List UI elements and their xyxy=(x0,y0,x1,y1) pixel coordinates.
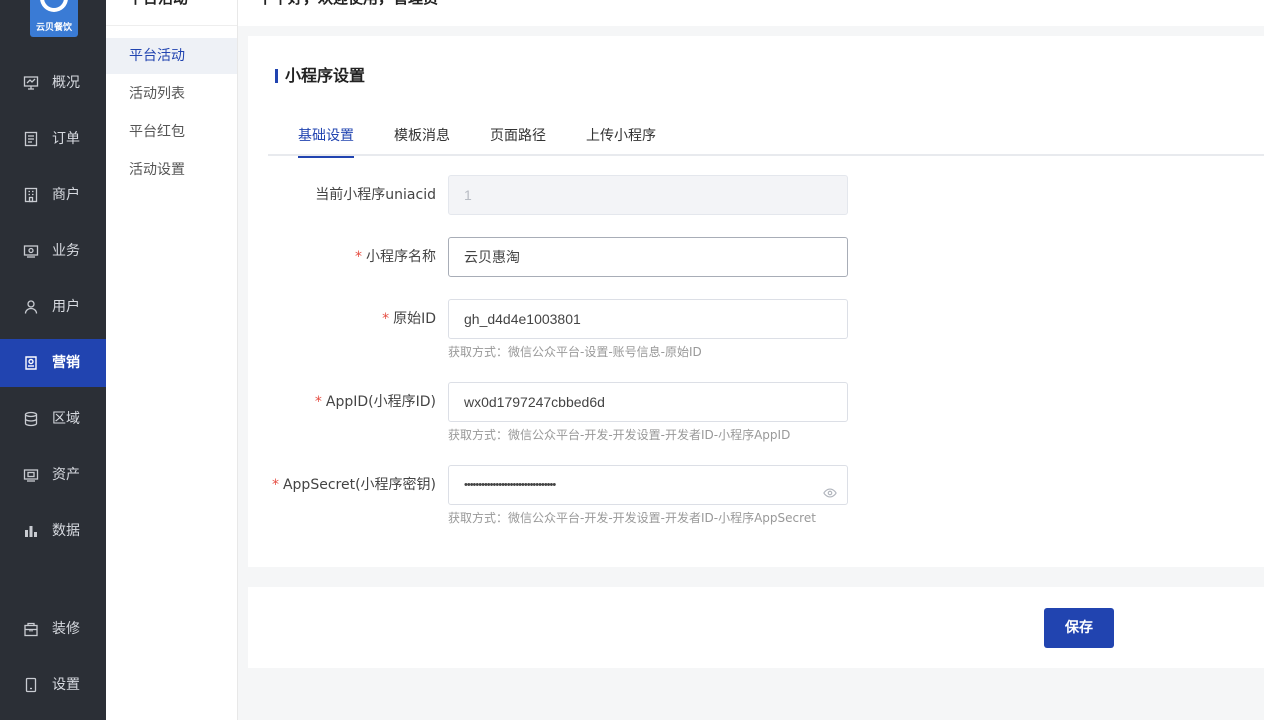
save-button[interactable]: 保存 xyxy=(1044,608,1114,648)
sidebar-item-label: 设置 xyxy=(52,677,80,693)
building-icon xyxy=(23,187,39,203)
section-title: 小程序设置 xyxy=(275,66,365,86)
divider xyxy=(106,25,237,26)
briefcase-icon xyxy=(23,243,39,259)
wallet-icon xyxy=(23,467,39,483)
sidebar-item-merchants[interactable]: 商户 xyxy=(0,171,106,219)
field-label: * AppSecret(小程序密钥) xyxy=(272,475,436,495)
sidebar-item-label: 资产 xyxy=(52,467,80,483)
masked-password: •••••••••••••••••••••••••••••••• xyxy=(464,479,556,491)
tab-page-paths[interactable]: 页面路径 xyxy=(490,126,546,156)
sidebar-item-label: 业务 xyxy=(52,243,80,259)
sidebar-item-label: 商户 xyxy=(52,187,80,203)
sidebar-item-business[interactable]: 业务 xyxy=(0,227,106,275)
required-mark: * xyxy=(355,249,362,265)
field-label: * AppID(小程序ID) xyxy=(315,392,436,412)
sidebar-item-region[interactable]: 区域 xyxy=(0,395,106,443)
sidebar-item-label: 概况 xyxy=(52,75,80,91)
field-hint: 获取方式：微信公众平台-开发-开发设置-开发者ID-小程序AppID xyxy=(448,428,791,442)
required-mark: * xyxy=(314,394,322,410)
appsecret-field[interactable]: •••••••••••••••••••••••••••••••• xyxy=(448,465,848,505)
sidebar-item-assets[interactable]: 资产 xyxy=(0,451,106,499)
sidebar-item-orders[interactable]: 订单 xyxy=(0,115,106,163)
field-label-text: AppID(小程序ID) xyxy=(325,394,436,410)
subnav-item-activity-list[interactable]: 活动列表 xyxy=(106,76,237,112)
subnav-item-activity-settings[interactable]: 活动设置 xyxy=(106,152,237,188)
sidebar-item-overview[interactable]: 概况 xyxy=(0,59,106,107)
field-hint: 获取方式：微信公众平台-设置-账号信息-原始ID xyxy=(448,345,702,359)
sidebar-item-decoration[interactable]: 装修 xyxy=(0,605,106,653)
brand-logo[interactable]: 云贝餐饮 xyxy=(30,0,78,37)
footer-card: 保存 xyxy=(248,587,1264,668)
field-label-text: AppSecret(小程序密钥) xyxy=(282,477,436,493)
tab-basic-settings[interactable]: 基础设置 xyxy=(298,126,354,158)
sidebar-item-marketing[interactable]: 营销 xyxy=(0,339,106,387)
chart-board-icon xyxy=(23,75,39,91)
appid-field[interactable]: wx0d1797247cbbed6d xyxy=(448,382,848,422)
database-icon xyxy=(23,411,39,427)
settings-phone-icon xyxy=(23,677,39,693)
main-sidebar: 云贝餐饮 概况 订单 商户 业务 用户 营销 区域 资产 数据 装修 设置 xyxy=(0,0,106,720)
welcome-greeting: 下午好，欢迎使用，管理员 xyxy=(258,0,438,8)
sidebar-item-label: 数据 xyxy=(52,523,80,539)
tab-template-messages[interactable]: 模板消息 xyxy=(394,126,450,156)
field-label: * 小程序名称 xyxy=(355,247,436,267)
tab-upload-miniprogram[interactable]: 上传小程序 xyxy=(586,126,656,156)
eye-icon[interactable] xyxy=(823,478,837,498)
tag-icon xyxy=(23,355,39,371)
subnav-item-label: 平台活动 xyxy=(129,48,185,64)
store-icon xyxy=(23,621,39,637)
field-hint: 获取方式：微信公众平台-开发-开发设置-开发者ID-小程序AppSecret xyxy=(448,511,816,525)
field-label-text: 当前小程序uniacid xyxy=(315,187,436,203)
field-label-text: 原始ID xyxy=(393,311,436,327)
subnav-item-platform-activity[interactable]: 平台活动 xyxy=(106,38,237,74)
subnav-item-red-packet[interactable]: 平台红包 xyxy=(106,114,237,150)
miniprogram-name-field[interactable]: 云贝惠淘 xyxy=(448,237,848,277)
sidebar-item-label: 用户 xyxy=(52,299,80,315)
uniacid-field: 1 xyxy=(448,175,848,215)
sidebar-item-label: 营销 xyxy=(52,355,80,371)
user-icon xyxy=(23,299,39,315)
subnav-title: 平台活动 xyxy=(128,0,188,8)
settings-card: 小程序设置 基础设置 模板消息 页面路径 上传小程序 当前小程序uniacid … xyxy=(248,36,1264,567)
required-mark: * xyxy=(271,477,279,493)
sidebar-item-label: 装修 xyxy=(52,621,80,637)
bar-chart-icon xyxy=(23,523,39,539)
secondary-sidebar: 平台活动 平台活动 活动列表 平台红包 活动设置 xyxy=(106,0,238,720)
logo-mark-icon xyxy=(40,0,68,12)
sidebar-item-users[interactable]: 用户 xyxy=(0,283,106,331)
order-list-icon xyxy=(23,131,39,147)
logo-text: 云贝餐饮 xyxy=(35,23,72,33)
sidebar-item-label: 区域 xyxy=(52,411,80,427)
required-mark: * xyxy=(382,311,390,327)
sidebar-item-settings[interactable]: 设置 xyxy=(0,661,106,709)
subnav-item-label: 活动设置 xyxy=(129,162,185,178)
subnav-item-label: 平台红包 xyxy=(129,124,185,140)
subnav-item-label: 活动列表 xyxy=(129,86,185,102)
sidebar-item-data[interactable]: 数据 xyxy=(0,507,106,555)
original-id-field[interactable]: gh_d4d4e1003801 xyxy=(448,299,848,339)
sidebar-item-label: 订单 xyxy=(52,131,80,147)
tab-bar: 基础设置 模板消息 页面路径 上传小程序 xyxy=(268,126,1264,158)
field-label: * 原始ID xyxy=(382,309,436,329)
field-label: 当前小程序uniacid xyxy=(315,185,436,205)
field-label-text: 小程序名称 xyxy=(366,249,436,265)
